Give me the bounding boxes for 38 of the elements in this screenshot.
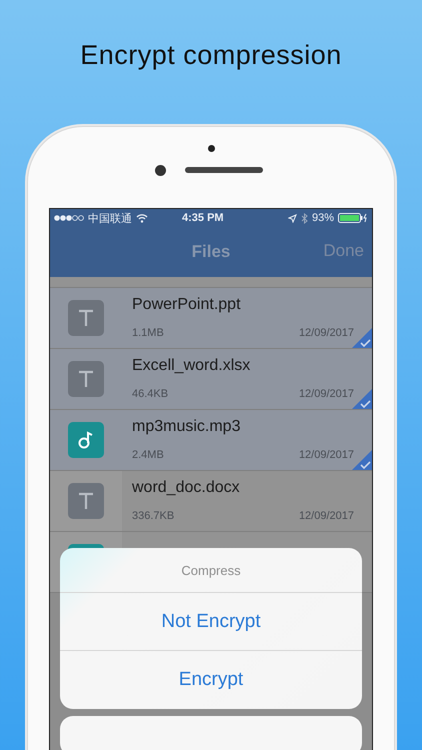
file-date: 12/09/2017 <box>298 327 354 339</box>
file-size: 2.4MB <box>132 449 164 461</box>
text-letter-icon <box>77 308 95 328</box>
text-letter-icon <box>77 369 95 389</box>
file-row[interactable]: word_doc.docx 336.7KB 12/09/2017 <box>50 471 372 532</box>
file-name: PowerPoint.ppt <box>132 296 242 315</box>
signal-icon <box>54 215 84 221</box>
checkmark-icon <box>352 389 372 409</box>
checkmark-icon <box>352 450 372 470</box>
sheet-option[interactable]: Encrypt <box>60 651 362 709</box>
file-name: word_doc.docx <box>132 479 241 498</box>
file-date: 12/09/2017 <box>298 510 354 522</box>
file-row[interactable]: Excell_word.xlsx 46.4KB 12/09/2017 <box>50 349 372 410</box>
file-name: Excell_word.xlsx <box>132 357 252 376</box>
carrier-label: 中国联通 <box>88 212 132 226</box>
battery-icon <box>338 213 368 223</box>
time-label: 4:35 PM <box>182 212 224 224</box>
camera-icon <box>155 165 166 176</box>
text-letter-icon <box>77 491 95 511</box>
file-name: mp3music.mp3 <box>132 418 242 437</box>
file-row[interactable]: mp3music.mp3 2.4MB 12/09/2017 <box>50 410 372 471</box>
speaker-icon <box>185 167 263 173</box>
checkmark-icon <box>352 328 372 348</box>
file-date: 12/09/2017 <box>298 388 354 400</box>
file-size: 336.7KB <box>132 510 174 522</box>
wifi-icon <box>136 214 148 222</box>
sheet-title: Compress <box>60 548 362 593</box>
file-date: 12/09/2017 <box>298 449 354 461</box>
headline: Encrypt compression <box>80 40 342 71</box>
sheet-option[interactable]: Not Encrypt <box>60 593 362 651</box>
nav-title: Files <box>192 242 230 262</box>
file-row[interactable]: PowerPoint.ppt 1.1MB 12/09/2017 <box>50 288 372 349</box>
location-arrow-icon <box>288 214 297 222</box>
battery-label: 93% <box>312 212 334 224</box>
sensor-icon <box>208 145 215 152</box>
file-size: 1.1MB <box>132 327 164 339</box>
bluetooth-icon <box>300 212 308 224</box>
file-size: 46.4KB <box>132 388 168 400</box>
